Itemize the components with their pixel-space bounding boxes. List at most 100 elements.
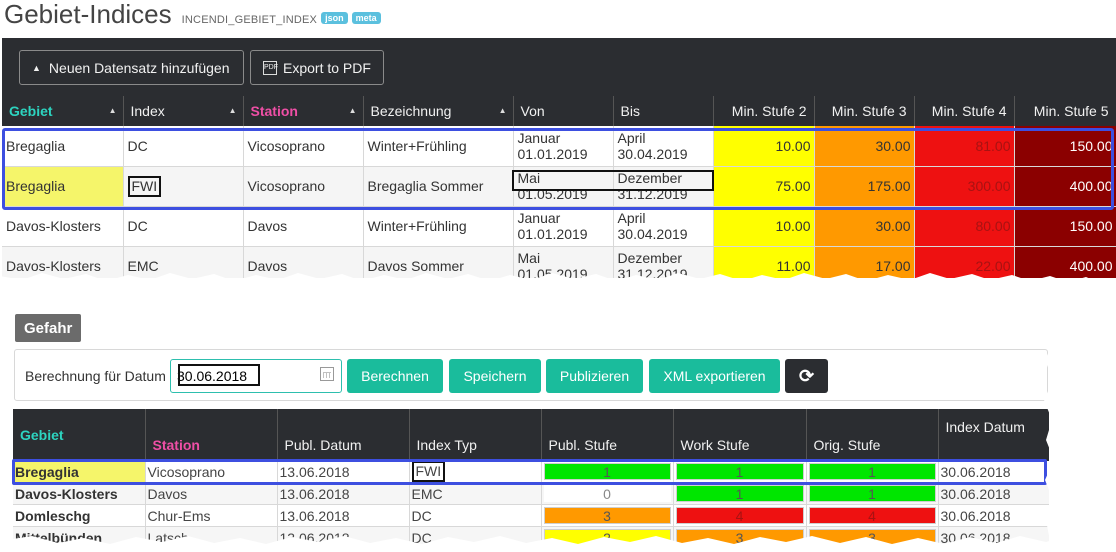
cell-stufe3: 17.00: [814, 246, 915, 278]
cell-bezeichnung: Davos Sommer: [363, 246, 514, 278]
grid-toolbar: ▲ Neuen Datensatz hinzufügen PDF Export …: [2, 38, 1116, 96]
cell-station: Chur-Ems: [145, 504, 278, 527]
cell-bezeichnung: Winter+Frühling: [363, 126, 514, 167]
cell-stufe2: 75.00: [713, 166, 815, 207]
export-pdf-button[interactable]: PDF Export to PDF: [250, 50, 384, 85]
json-badge[interactable]: json: [321, 12, 348, 24]
cell-publ-stufe: 1: [541, 461, 674, 483]
cell-stufe4: 22.00: [914, 246, 1015, 278]
col-header-stufe2[interactable]: Min. Stufe 2: [713, 96, 815, 126]
cell-index-typ: EMC: [409, 482, 542, 505]
cell-stufe5: 400.00: [1014, 166, 1116, 207]
cell-publ-stufe: 0: [541, 482, 674, 505]
index-table: Gebiet ▲ Index ▲ Station ▲ Bezeichnung ▲ Von…: [2, 96, 1116, 278]
cell-index: FWI: [123, 166, 244, 207]
cell-station: Latsch: [145, 526, 278, 549]
caret-up-icon: ▲: [32, 62, 41, 73]
table-row[interactable]: Domleschg Chur-Ems 13.06.2018 DC 3 4 4 3…: [13, 504, 1049, 527]
cell-index: DC: [123, 126, 244, 167]
cell-bis: Dezember 31.12.2019: [613, 166, 714, 207]
cell-bis: April 30.04.2019: [613, 126, 714, 167]
table-row[interactable]: Davos-Klosters EMC Davos Davos Sommer Ma…: [2, 246, 1116, 278]
col-header-station[interactable]: Station: [145, 409, 278, 461]
cell-stufe2: 11.00: [713, 246, 815, 278]
export-pdf-label: Export to PDF: [283, 59, 371, 76]
sort-asc-icon: ▲: [108, 106, 117, 115]
cell-publ-stufe: 3: [541, 504, 674, 527]
cell-orig-stufe: 1: [806, 461, 939, 483]
col-header-publ-stufe[interactable]: Publ. Stufe: [541, 409, 674, 461]
table-row[interactable]: Davos-Klosters Davos 13.06.2018 EMC 0 1 …: [13, 482, 1049, 505]
date-input[interactable]: [170, 359, 342, 393]
publizieren-button[interactable]: Publizieren: [546, 359, 643, 393]
cell-bis: Dezember 31.12.2019: [613, 246, 714, 278]
berechnen-button[interactable]: Berechnen: [347, 359, 443, 393]
cell-station: Davos: [145, 482, 278, 505]
col-header-index[interactable]: Index ▲: [123, 96, 244, 126]
cell-index-datum: 30.06.2018: [938, 526, 1049, 549]
cell-index-typ: DC: [409, 526, 542, 549]
col-header-gebiet[interactable]: Gebiet: [13, 409, 146, 461]
col-header-orig-stufe[interactable]: Orig. Stufe: [806, 409, 939, 461]
cell-gebiet: Bregaglia: [2, 166, 124, 207]
table-row[interactable]: Mittelbünden Latsch 13.06.2018 DC 2 3 3 …: [13, 526, 1049, 549]
cell-gebiet: Davos-Klosters: [2, 206, 124, 247]
cell-stufe3: 30.00: [814, 206, 915, 247]
cell-index-datum: 30.06.2018: [938, 461, 1049, 483]
torn-edge-right: [1044, 300, 1116, 552]
col-header-gebiet[interactable]: Gebiet ▲: [2, 96, 124, 126]
cell-station: Vicosoprano: [145, 461, 278, 483]
sort-asc-icon: ▲: [348, 106, 357, 115]
cell-index-datum: 30.06.2018: [938, 504, 1049, 527]
cell-station: Davos: [243, 246, 364, 278]
table-row[interactable]: Bregaglia FWI Vicosoprano Bregaglia Somm…: [2, 166, 1116, 207]
cell-station: Davos: [243, 206, 364, 247]
cell-index-typ: FWI: [409, 461, 542, 483]
sort-asc-icon: ▲: [228, 106, 237, 115]
col-header-work-stufe[interactable]: Work Stufe: [673, 409, 807, 461]
table-row[interactable]: Bregaglia Vicosoprano 13.06.2018 FWI 1 1…: [13, 461, 1049, 483]
cell-von: Januar 01.01.2019: [513, 126, 614, 167]
page-header: Gebiet-Indices INCENDI_GEBIET_INDEX json…: [4, 0, 381, 32]
col-header-index-datum[interactable]: Index Datum: [938, 409, 1049, 461]
col-header-index-typ[interactable]: Index Typ: [409, 409, 542, 461]
cell-stufe3: 30.00: [814, 126, 915, 167]
index-grid: ▲ Neuen Datensatz hinzufügen PDF Export …: [2, 38, 1116, 278]
col-header-stufe4[interactable]: Min. Stufe 4: [914, 96, 1015, 126]
cell-gebiet: Domleschg: [13, 504, 146, 527]
cell-orig-stufe: 4: [806, 504, 939, 527]
col-header-bis[interactable]: Bis: [613, 96, 714, 126]
col-header-stufe5[interactable]: Min. Stufe 5: [1014, 96, 1116, 126]
col-header-publ-datum[interactable]: Publ. Datum: [277, 409, 410, 461]
table-row[interactable]: Bregaglia DC Vicosoprano Winter+Frühling…: [2, 126, 1116, 167]
speichern-button[interactable]: Speichern: [449, 359, 541, 393]
col-header-von[interactable]: Von: [513, 96, 614, 126]
meta-badge[interactable]: meta: [351, 12, 381, 24]
col-header-station[interactable]: Station ▲: [243, 96, 364, 126]
cell-gebiet: Bregaglia: [2, 126, 124, 167]
cell-index-typ: DC: [409, 504, 542, 527]
col-header-bezeichnung[interactable]: Bezeichnung ▲: [363, 96, 514, 126]
cell-bis: April 30.04.2019: [613, 206, 714, 247]
add-record-button[interactable]: ▲ Neuen Datensatz hinzufügen: [19, 50, 244, 85]
cell-von: Mai 01.05.2019: [513, 246, 614, 278]
cell-stufe5: 150.00: [1014, 126, 1116, 167]
cell-work-stufe: 1: [673, 482, 807, 505]
refresh-button[interactable]: ⟳: [785, 359, 828, 393]
gefahr-grid: Gebiet Station Publ. Datum Index Typ Pub…: [13, 409, 1049, 549]
cell-stufe2: 10.00: [713, 206, 815, 247]
table-row[interactable]: Davos-Klosters DC Davos Winter+Frühling …: [2, 206, 1116, 247]
calc-toolbar: Berechnung für Datum Berechnen Speichern…: [14, 349, 1048, 401]
cell-index-datum: 30.06.2018: [938, 482, 1049, 505]
refresh-icon: ⟳: [798, 365, 815, 386]
cell-von: Mai 01.05.2019: [513, 166, 614, 207]
calendar-icon[interactable]: [320, 367, 334, 381]
cell-station: Vicosoprano: [243, 126, 364, 167]
calc-date-label: Berechnung für Datum: [25, 368, 166, 384]
cell-orig-stufe: 1: [806, 482, 939, 505]
xml-export-button[interactable]: XML exportieren: [649, 359, 780, 393]
col-header-stufe3[interactable]: Min. Stufe 3: [814, 96, 915, 126]
page-title: Gebiet-Indices: [4, 0, 172, 29]
cell-work-stufe: 3: [673, 526, 807, 549]
cell-orig-stufe: 3: [806, 526, 939, 549]
